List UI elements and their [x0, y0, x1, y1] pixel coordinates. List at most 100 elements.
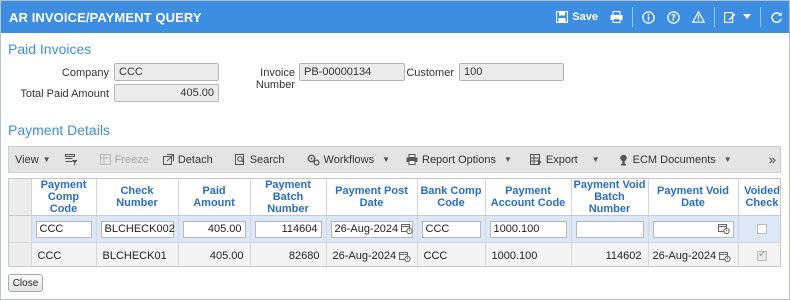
separator	[760, 7, 761, 27]
refresh-icon	[771, 11, 782, 23]
floppy-disk-icon	[556, 11, 569, 23]
void-date-value: 26-Aug-2024	[652, 250, 717, 263]
search-icon	[234, 154, 245, 165]
check-number-cell[interactable]: BLCHECK002	[100, 220, 175, 238]
workflows-menu[interactable]: Workflows ▼	[291, 147, 396, 172]
view-menu[interactable]: View ▼	[9, 147, 57, 172]
print-icon	[610, 11, 623, 23]
comp-code-cell[interactable]: CCC	[35, 220, 92, 238]
column-header[interactable]: Voided Check	[738, 179, 780, 216]
customer-label: Customer	[406, 67, 454, 79]
column-header[interactable]: Payment Batch Number	[250, 179, 327, 216]
payment-table: Payment Comp Code Check Number Paid Amou…	[9, 179, 780, 266]
total-paid-amount-label: Total Paid Amount	[20, 88, 109, 100]
company-field[interactable]: CCC	[114, 63, 219, 81]
print-button[interactable]	[604, 1, 629, 33]
post-date-value: 26-Aug-2024	[332, 250, 397, 263]
chevron-down-icon: ▼	[382, 155, 390, 164]
calendar-icon[interactable]	[717, 223, 730, 235]
account-code-cell[interactable]: 1000.100	[489, 220, 567, 238]
chevron-down-icon: ▼	[591, 155, 600, 164]
export-icon	[529, 154, 542, 165]
calendar-icon[interactable]	[719, 251, 731, 262]
batch-number-cell[interactable]: 82680	[250, 242, 327, 266]
report-options-menu[interactable]: Report Options ▼	[396, 147, 518, 172]
column-header[interactable]: Payment Post Date	[326, 179, 418, 216]
bank-comp-code-cell[interactable]: CCC	[417, 242, 486, 266]
filter-icon	[64, 153, 78, 165]
row-header-cell	[9, 179, 32, 216]
ecm-documents-label: ECM Documents	[632, 153, 716, 166]
export-menu[interactable]: Export ▼	[518, 147, 606, 172]
detach-button[interactable]: Detach	[157, 147, 219, 172]
post-date-cell[interactable]: 26-Aug-2024	[326, 242, 418, 266]
column-header[interactable]: Check Number	[96, 179, 179, 216]
invoice-number-label: Invoice Number	[255, 67, 295, 91]
payment-details-grid: Payment Comp Code Check Number Paid Amou…	[8, 178, 781, 267]
calendar-icon[interactable]	[401, 223, 413, 235]
window-title: AR INVOICE/PAYMENT QUERY	[9, 9, 202, 25]
voided-check-checkbox[interactable]	[757, 249, 767, 262]
row-selector[interactable]	[9, 242, 32, 266]
title-actions: Save ?	[550, 1, 789, 33]
table-row[interactable]: CCC BLCHECK01 405.00 82680 26-Aug-2024 C…	[9, 242, 780, 266]
post-date-cell[interactable]: 26-Aug-2024	[330, 220, 413, 238]
warning-button[interactable]	[686, 1, 711, 33]
column-header[interactable]: Payment Void Date	[648, 179, 739, 216]
ecm-documents-menu[interactable]: ECM Documents ▼	[606, 147, 738, 172]
company-label: Company	[61, 67, 109, 79]
paid-amount-cell[interactable]: 405.00	[178, 242, 251, 266]
check-number-cell[interactable]: BLCHECK01	[96, 242, 179, 266]
column-header[interactable]: Payment Void Batch Number	[571, 179, 649, 216]
void-batch-cell[interactable]	[575, 220, 644, 238]
report-options-label: Report Options	[422, 153, 496, 166]
table-row[interactable]: CCC BLCHECK002 405.00 114604 26-Aug-2024…	[9, 215, 780, 243]
column-header[interactable]: Payment Account Code	[485, 179, 572, 216]
voided-check-checkbox[interactable]	[757, 224, 767, 234]
column-header[interactable]: Paid Amount	[178, 179, 251, 216]
customer-field[interactable]: 100	[459, 63, 564, 81]
void-date-cell[interactable]	[652, 220, 734, 238]
save-label: Save	[572, 11, 598, 23]
chevron-down-icon: ▼	[42, 155, 51, 164]
detach-label: Detach	[177, 153, 213, 166]
invoice-number-field[interactable]: PB-00000134	[299, 63, 405, 81]
void-batch-cell[interactable]: 114602	[571, 242, 649, 266]
edit-icon	[724, 12, 736, 23]
svg-text:?: ?	[671, 13, 676, 23]
account-code-cell[interactable]: 1000.100	[485, 242, 572, 266]
comp-code-cell[interactable]: CCC	[31, 242, 97, 266]
title-bar: AR INVOICE/PAYMENT QUERY Save ?	[1, 1, 789, 33]
bank-comp-code-cell[interactable]: CCC	[421, 220, 481, 238]
info-button[interactable]	[636, 1, 661, 33]
paid-invoices-heading: Paid Invoices	[8, 41, 92, 57]
freeze-icon	[99, 154, 111, 165]
calendar-icon[interactable]	[399, 251, 411, 262]
grid-toolbar: View ▼ Freeze Detach Search Workflows ▼ …	[8, 146, 781, 173]
void-date-cell[interactable]: 26-Aug-2024	[648, 242, 739, 266]
edit-menu-button[interactable]	[718, 1, 757, 33]
close-button[interactable]: Close	[8, 274, 43, 292]
export-label: Export	[545, 153, 578, 166]
total-paid-amount-field[interactable]: 405.00	[114, 84, 219, 102]
row-selector[interactable]	[9, 215, 32, 243]
help-icon: ?	[667, 10, 680, 24]
freeze-button[interactable]: Freeze	[86, 147, 157, 172]
more-tools-button[interactable]: »	[765, 152, 780, 167]
column-header[interactable]: Bank Comp Code	[417, 179, 486, 216]
batch-number-cell[interactable]: 114604	[254, 220, 322, 238]
detach-icon	[162, 154, 174, 165]
freeze-label: Freeze	[114, 153, 149, 166]
payment-details-heading: Payment Details	[8, 122, 110, 138]
help-button[interactable]: ?	[661, 1, 686, 33]
view-label: View	[15, 153, 39, 166]
refresh-button[interactable]	[764, 1, 789, 33]
chevron-down-icon	[743, 14, 751, 19]
post-date-value: 26-Aug-2024	[334, 222, 399, 235]
search-button[interactable]: Search	[219, 147, 291, 172]
separator	[714, 7, 715, 27]
save-button[interactable]: Save	[550, 1, 604, 33]
filter-button[interactable]	[57, 147, 86, 172]
column-header[interactable]: Payment Comp Code	[31, 179, 97, 216]
paid-amount-cell[interactable]: 405.00	[182, 220, 246, 238]
